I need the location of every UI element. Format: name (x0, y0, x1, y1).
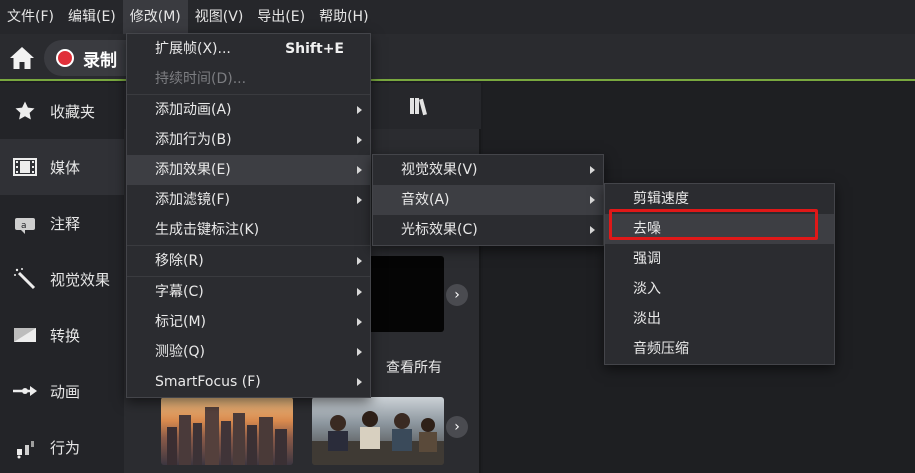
sidebar-item-label: 行为 (50, 438, 81, 457)
modify-menu: 扩展帧(X)... Shift+E 持续时间(D)... 添加动画(A) 添加行… (126, 33, 371, 398)
menu-item-label: 添加效果(E) (155, 162, 231, 178)
menu-file[interactable]: 文件(F) (0, 0, 61, 34)
menu-item-label: 音效(A) (401, 192, 450, 208)
menu-view[interactable]: 视图(V) (188, 0, 251, 34)
sidebar-item-label: 转换 (50, 326, 81, 345)
shortcut-label: Shift+E (285, 41, 344, 57)
menu-item-label: 持续时间(D)... (155, 71, 247, 87)
star-icon (12, 98, 38, 124)
menu-item-cursor-effects[interactable]: 光标效果(C) (373, 215, 603, 245)
menu-item-emphasize[interactable]: 强调 (605, 244, 834, 274)
media-thumbnail[interactable] (368, 256, 444, 332)
menu-item-label: 生成击键标注(K) (155, 222, 260, 238)
menu-item-visual-effects[interactable]: 视觉效果(V) (373, 155, 603, 185)
home-icon[interactable] (8, 44, 36, 72)
menu-export[interactable]: 导出(E) (250, 0, 312, 34)
record-label: 录制 (83, 51, 117, 71)
menu-item-remove[interactable]: 移除(R) (127, 246, 370, 276)
menu-item-label: 扩展帧(X)... (155, 41, 231, 57)
menu-item-label: SmartFocus (F) (155, 374, 261, 390)
menu-item-fade-out[interactable]: 淡出 (605, 304, 834, 334)
menu-item-label: 剪辑速度 (633, 191, 689, 207)
submenu-arrow-icon (357, 288, 362, 296)
record-icon (56, 49, 74, 67)
submenu-arrow-icon (357, 318, 362, 326)
sidebar-item-media[interactable]: 媒体 (0, 139, 124, 195)
menu-modify[interactable]: 修改(M) (122, 0, 188, 34)
svg-text:a: a (21, 221, 27, 231)
transition-icon (12, 322, 38, 348)
submenu-arrow-icon (357, 196, 362, 204)
menu-item-add-effect[interactable]: 添加效果(E) (127, 155, 370, 185)
sidebar-item-label: 动画 (50, 382, 81, 401)
menu-item-captions[interactable]: 字幕(C) (127, 277, 370, 307)
menu-item-label: 标记(M) (155, 314, 207, 330)
menu-item-label: 光标效果(C) (401, 222, 478, 238)
menu-item-quiz[interactable]: 测验(Q) (127, 337, 370, 367)
sidebar-item-annotations[interactable]: a 注释 (0, 195, 124, 251)
annotation-icon: a (12, 210, 38, 236)
animation-arrow-icon (12, 378, 38, 404)
menu-item-label: 测验(Q) (155, 344, 205, 360)
menu-item-keystroke-callouts[interactable]: 生成击键标注(K) (127, 215, 370, 245)
highlight-box (609, 209, 818, 240)
magic-wand-icon (12, 266, 38, 292)
menu-item-add-animation[interactable]: 添加动画(A) (127, 95, 370, 125)
menu-item-audio-compression[interactable]: 音频压缩 (605, 334, 834, 364)
menu-item-extend-frame[interactable]: 扩展帧(X)... Shift+E (127, 34, 370, 64)
people-thumbnail[interactable] (312, 397, 444, 465)
menu-item-add-filter[interactable]: 添加滤镜(F) (127, 185, 370, 215)
sidebar-item-label: 媒体 (50, 158, 81, 177)
menu-item-label: 淡出 (633, 311, 661, 327)
submenu-arrow-icon (357, 106, 362, 114)
sidebar-item-behaviors[interactable]: 行为 (0, 419, 124, 473)
menu-item-audio-effects[interactable]: 音效(A) (373, 185, 603, 215)
chevron-right-icon[interactable]: › (446, 284, 468, 306)
chevron-right-icon[interactable]: › (446, 416, 468, 438)
sidebar-item-favorites[interactable]: 收藏夹 (0, 83, 124, 139)
submenu-arrow-icon (357, 378, 362, 386)
menu-item-label: 音频压缩 (633, 341, 689, 357)
sidebar-item-visual-effects[interactable]: 视觉效果 (0, 251, 124, 307)
sidebar-item-label: 视觉效果 (50, 270, 111, 289)
film-icon (12, 154, 38, 180)
menu-item-label: 移除(R) (155, 253, 204, 269)
effects-submenu: 视觉效果(V) 音效(A) 光标效果(C) (372, 154, 604, 246)
submenu-arrow-icon (590, 166, 595, 174)
menu-bar: 文件(F) 编辑(E) 修改(M) 视图(V) 导出(E) 帮助(H) (0, 0, 915, 34)
menu-item-label: 强调 (633, 251, 661, 267)
city-thumbnail[interactable] (161, 397, 293, 465)
behavior-icon (12, 434, 38, 460)
menu-item-label: 淡入 (633, 281, 661, 297)
sidebar-item-label: 注释 (50, 214, 81, 233)
menu-item-fade-in[interactable]: 淡入 (605, 274, 834, 304)
sidebar: 收藏夹 媒体 a 注释 视觉效果 转换 动画 行为 (0, 83, 124, 473)
see-all-link[interactable]: 查看所有 (386, 357, 442, 377)
sidebar-item-transitions[interactable]: 转换 (0, 307, 124, 363)
menu-edit[interactable]: 编辑(E) (61, 0, 123, 34)
menu-item-markers[interactable]: 标记(M) (127, 307, 370, 337)
menu-item-smartfocus[interactable]: SmartFocus (F) (127, 367, 370, 397)
submenu-arrow-icon (590, 196, 595, 204)
menu-item-label: 字幕(C) (155, 284, 204, 300)
menu-item-label: 添加行为(B) (155, 132, 232, 148)
menu-item-label: 添加滤镜(F) (155, 192, 230, 208)
submenu-arrow-icon (357, 136, 362, 144)
menu-item-add-behavior[interactable]: 添加行为(B) (127, 125, 370, 155)
sidebar-item-label: 收藏夹 (50, 102, 96, 121)
submenu-arrow-icon (357, 257, 362, 265)
submenu-arrow-icon (357, 348, 362, 356)
menu-help[interactable]: 帮助(H) (312, 0, 375, 34)
library-books-icon[interactable] (408, 95, 430, 117)
menu-item-label: 添加动画(A) (155, 102, 232, 118)
menu-item-duration: 持续时间(D)... (127, 64, 370, 94)
sidebar-item-animations[interactable]: 动画 (0, 363, 124, 419)
submenu-arrow-icon (590, 226, 595, 234)
menu-item-label: 视觉效果(V) (401, 162, 478, 178)
submenu-arrow-icon (357, 166, 362, 174)
